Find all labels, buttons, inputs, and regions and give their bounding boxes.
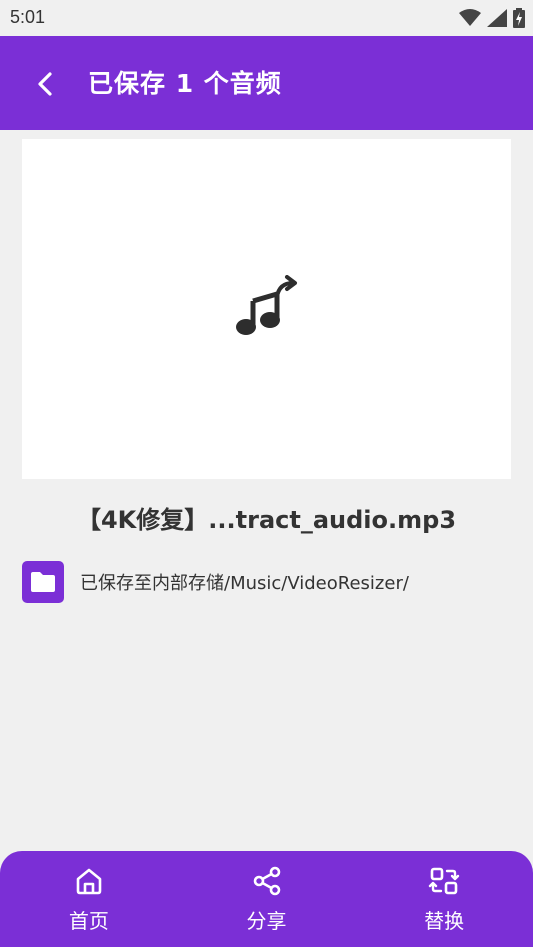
nav-replace-label: 替换 xyxy=(424,909,465,933)
nav-home-label: 首页 xyxy=(68,909,109,933)
cellular-signal-icon xyxy=(487,9,507,27)
folder-button[interactable] xyxy=(22,561,64,603)
bottom-nav: 首页 分享 替换 xyxy=(0,851,533,947)
home-icon xyxy=(76,868,102,895)
audio-extract-icon xyxy=(236,275,297,335)
share-icon xyxy=(253,866,280,896)
replace-icon xyxy=(428,867,460,895)
nav-share[interactable]: 分享 xyxy=(178,851,356,947)
folder-icon xyxy=(31,572,55,592)
nav-home[interactable]: 首页 xyxy=(0,851,178,947)
save-path-row[interactable]: 已保存至内部存储/Music/VideoResizer/ xyxy=(22,561,409,603)
save-path-text: 已保存至内部存储/Music/VideoResizer/ xyxy=(80,573,409,594)
status-time: 5:01 xyxy=(10,7,46,27)
app-bar: 已保存 1 个音频 xyxy=(0,36,533,130)
wifi-icon xyxy=(459,9,481,26)
nav-replace[interactable]: 替换 xyxy=(355,851,533,947)
battery-icon xyxy=(513,8,525,28)
page-title: 已保存 1 个音频 xyxy=(88,69,282,98)
status-bar: 5:01 xyxy=(0,0,533,36)
back-button[interactable] xyxy=(28,66,64,102)
nav-share-label: 分享 xyxy=(246,909,287,933)
status-icons xyxy=(459,8,525,28)
file-name: 【4K修复】...tract_audio.mp3 xyxy=(76,506,457,534)
back-arrow-icon xyxy=(38,72,52,96)
audio-preview-card xyxy=(22,139,511,479)
